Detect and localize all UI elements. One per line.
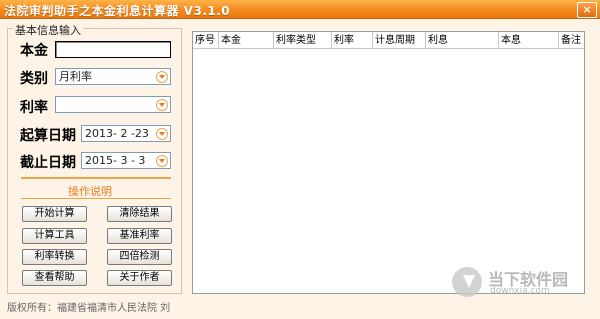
rate-select[interactable] <box>55 96 171 113</box>
column-header[interactable]: 序号 <box>193 32 219 49</box>
clear-results-button[interactable]: 清除结果 <box>107 206 172 222</box>
rate-label: 利率 <box>20 100 48 116</box>
chevron-down-icon[interactable] <box>156 155 168 167</box>
results-table[interactable]: 序号 本金 利率类型 利率 计息周期 利息 本息 备注 <box>192 31 585 294</box>
quadruple-check-button[interactable]: 四倍检测 <box>107 249 172 265</box>
chevron-down-icon[interactable] <box>156 128 168 140</box>
section-divider <box>21 177 171 179</box>
start-calc-button[interactable]: 开始计算 <box>22 206 87 222</box>
column-header[interactable]: 计息周期 <box>373 32 426 49</box>
principal-label: 本金 <box>20 43 48 59</box>
type-value: 月利率 <box>59 70 92 83</box>
section-divider <box>21 198 171 199</box>
start-date-picker[interactable]: 2013- 2 -23 <box>81 125 171 142</box>
principal-input[interactable] <box>55 41 171 58</box>
view-help-button[interactable]: 查看帮助 <box>22 270 87 286</box>
watermark-logo-icon <box>452 267 482 297</box>
end-date-picker[interactable]: 2015- 3 - 3 <box>81 152 171 169</box>
type-select[interactable]: 月利率 <box>55 68 171 85</box>
watermark: 当下软件园 downxia.com <box>452 265 582 301</box>
start-date-value: 2013- 2 -23 <box>85 127 149 140</box>
column-header[interactable]: 利率 <box>332 32 373 49</box>
type-label: 类别 <box>20 71 48 87</box>
column-header[interactable]: 备注 <box>559 32 584 49</box>
title-bar: 法院审判助手之本金利息计算器 V3.1.0 × <box>0 0 600 19</box>
end-date-value: 2015- 3 - 3 <box>85 154 146 167</box>
column-header[interactable]: 利率类型 <box>274 32 332 49</box>
column-header[interactable]: 本金 <box>219 32 274 49</box>
rate-convert-button[interactable]: 利率转换 <box>22 249 87 265</box>
column-header[interactable]: 本息 <box>499 32 559 49</box>
about-author-button[interactable]: 关于作者 <box>107 270 172 286</box>
close-button[interactable]: × <box>577 2 597 18</box>
end-date-label: 截止日期 <box>20 155 76 171</box>
window-title: 法院审判助手之本金利息计算器 V3.1.0 <box>4 4 231 18</box>
column-header[interactable]: 利息 <box>426 32 499 49</box>
copyright-text: 版权所有：福建省福清市人民法院 刘 <box>7 303 171 314</box>
basic-info-legend: 基本信息输入 <box>13 22 83 38</box>
operations-title: 操作说明 <box>68 185 112 198</box>
watermark-site: downxia.com <box>490 286 550 296</box>
chevron-down-icon[interactable] <box>156 99 168 111</box>
chevron-down-icon[interactable] <box>156 71 168 83</box>
calc-tools-button[interactable]: 计算工具 <box>22 228 87 244</box>
start-date-label: 起算日期 <box>20 128 76 144</box>
base-rate-button[interactable]: 基准利率 <box>107 228 172 244</box>
